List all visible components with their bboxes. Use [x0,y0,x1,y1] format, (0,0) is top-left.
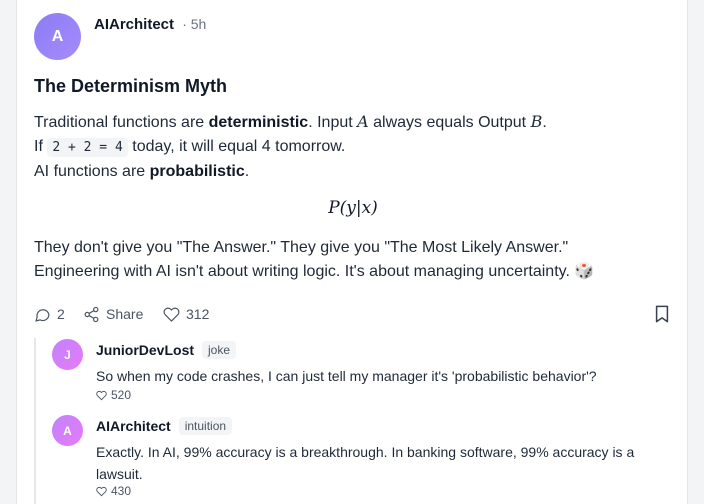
author-avatar[interactable]: A [34,13,81,60]
text-segment: always equals Output [368,114,531,131]
post-body: Traditional functions are deterministic.… [34,110,674,184]
text-segment: If [34,138,48,155]
share-label: Share [106,306,144,322]
like-count: 312 [186,306,210,322]
bold-term: deterministic [208,114,309,131]
post-timestamp: · 5h [182,16,207,32]
bookmark-button[interactable] [650,302,674,326]
post-body-continued: They don't give you "The Answer." They g… [34,236,674,284]
inline-code: 2 + 2 = 4 [47,138,128,157]
comment-avatar[interactable]: A [52,415,83,446]
comment-author[interactable]: AIArchitect [96,418,171,434]
thread-line [34,338,36,504]
comment-text: Exactly. In AI, 99% accuracy is a breakt… [96,444,635,482]
body-line-5: Engineering with AI isn't about writing … [34,263,595,280]
body-line-2: If 2 + 2 = 4 today, it will equal 4 tomo… [34,135,674,160]
comment-item: A AIArchitect intuition Exactly. In AI, … [52,415,672,504]
comment-avatar[interactable]: J [52,339,83,370]
comment-header: AIArchitect intuition [96,417,233,435]
bold-term: probabilistic [149,163,245,180]
math-formula: P(y|x) [328,198,378,218]
heart-icon [96,390,107,400]
text-segment: Traditional functions are [34,114,209,131]
text-segment: . [244,163,250,180]
comment-like-button[interactable]: 520 [96,388,131,402]
text-segment: today, it will equal 4 tomorrow. [127,138,346,155]
heart-icon [163,307,180,322]
post-card: A AIArchitect · 5h The Determinism Myth … [16,0,688,504]
text-segment: . Input [308,114,358,131]
body-line-3: AI functions are probabilistic. [34,160,674,184]
math-var: A [357,112,369,131]
comment-header: JuniorDevLost joke [96,341,237,359]
share-button[interactable]: Share [83,302,143,326]
body-line-4: They don't give you "The Answer." They g… [34,239,569,256]
math-var: B [530,112,543,131]
comment-like-button[interactable]: 430 [96,484,131,498]
comment-item: J JuniorDevLost joke So when my code cra… [52,339,672,407]
comment-tag: intuition [178,417,233,435]
comment-like-count: 520 [111,388,132,402]
comment-tag: joke [202,341,237,359]
comment-text: So when my code crashes, I can just tell… [96,368,597,384]
author-name[interactable]: AIArchitect [94,16,174,33]
comment-like-count: 430 [111,484,132,498]
post-actions: 2 Share 312 [34,302,674,326]
like-button[interactable]: 312 [163,302,209,326]
post-title: The Determinism Myth [34,76,228,96]
body-line-1: Traditional functions are deterministic.… [34,110,674,135]
comment-icon [35,308,50,322]
text-segment: . [542,114,547,131]
share-icon [84,306,99,322]
comment-count: 2 [57,306,65,322]
bookmark-icon [655,305,669,323]
heart-icon [96,486,107,496]
comment-author[interactable]: JuniorDevLost [96,342,194,358]
text-segment: AI functions are [34,163,150,180]
post-header: AIArchitect · 5h [94,16,206,33]
comment-button[interactable]: 2 [34,302,65,326]
